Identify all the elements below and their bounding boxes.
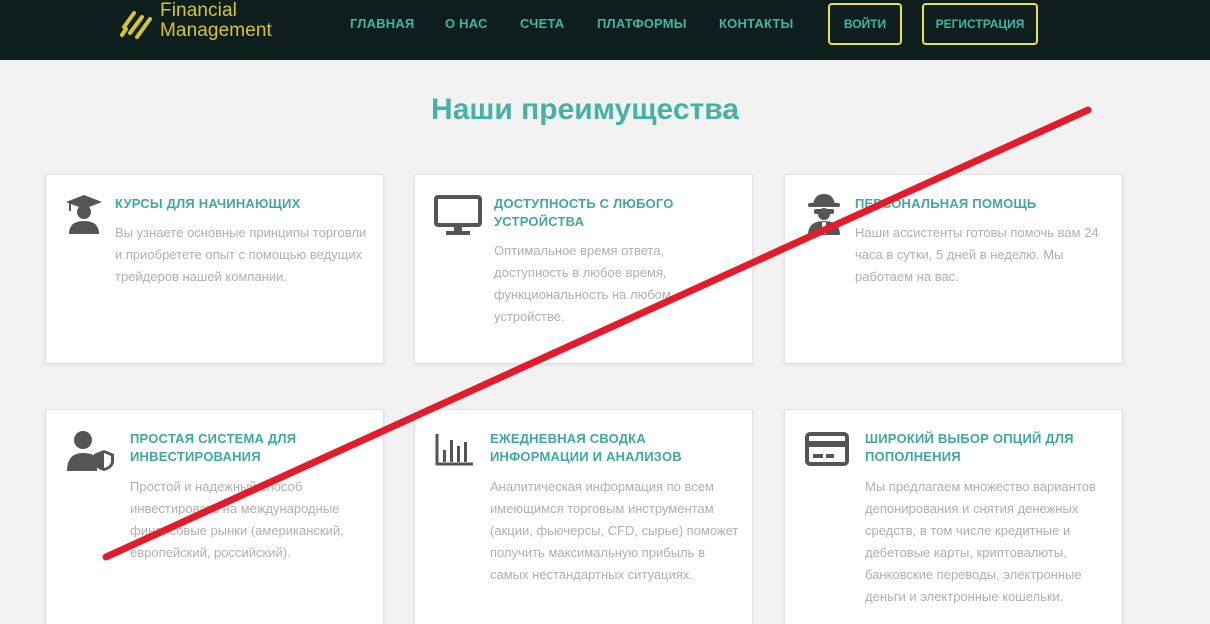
card-text: Наши ассистенты готовы помочь вам 24 час… xyxy=(855,225,1099,284)
brand-line-1: Financial xyxy=(160,0,237,21)
login-button[interactable]: ВОЙТИ xyxy=(828,3,902,45)
feature-card-courses: КУРСЫ ДЛЯ НАЧИНАЮЩИХ Вы узнаете основные… xyxy=(45,174,384,364)
nav-platforms[interactable]: ПЛАТФОРМЫ xyxy=(597,16,687,31)
card-text: Мы предлагаем множество вариантов депони… xyxy=(865,479,1096,604)
nav-accounts[interactable]: СЧЕТА xyxy=(520,16,564,31)
card-title: ПРОСТАЯ СИСТЕМА ДЛЯ ИНВЕСТИРОВАНИЯ xyxy=(130,431,297,464)
graduate-icon xyxy=(66,195,102,234)
feature-card-analytics: ЕЖЕДНЕВНАЯ СВОДКА ИНФОРМАЦИИ И АНАЛИЗОВ … xyxy=(414,409,753,624)
nav-about[interactable]: О НАС xyxy=(445,16,488,31)
site-header: Financial Management ГЛАВНАЯ О НАС СЧЕТА… xyxy=(0,0,1210,60)
feature-card-deposits: ШИРОКИЙ ВЫБОР ОПЦИЙ ДЛЯ ПОПОЛНЕНИЯ Мы пр… xyxy=(784,409,1123,624)
card-title: ШИРОКИЙ ВЫБОР ОПЦИЙ ДЛЯ ПОПОЛНЕНИЯ xyxy=(865,431,1074,464)
logo-stripes-icon xyxy=(120,11,152,39)
brand-logo[interactable]: Financial Management xyxy=(120,1,280,45)
feature-card-investing: ПРОСТАЯ СИСТЕМА ДЛЯ ИНВЕСТИРОВАНИЯ Прост… xyxy=(45,409,384,624)
section-title: Наши преимущества xyxy=(431,93,739,126)
feature-card-support: ПЕРСОНАЛЬНАЯ ПОМОЩЬ Наши ассистенты гото… xyxy=(784,174,1123,364)
card-text: Вы узнаете основные принципы торговли и … xyxy=(115,225,367,284)
feature-card-devices: ДОСТУПНОСТЬ С ЛЮБОГО УСТРОЙСТВА Оптималь… xyxy=(414,174,753,364)
brand-name: Financial Management xyxy=(160,1,272,41)
card-title: КУРСЫ ДЛЯ НАЧИНАЮЩИХ xyxy=(115,196,301,211)
nav-home[interactable]: ГЛАВНАЯ xyxy=(350,16,414,31)
card-text: Оптимальное время ответа, доступность в … xyxy=(494,243,671,324)
nav-contacts[interactable]: КОНТАКТЫ xyxy=(719,16,793,31)
user-shield-icon xyxy=(67,431,114,471)
register-button[interactable]: РЕГИСТРАЦИЯ xyxy=(922,3,1038,45)
card-text: Простой и надежный способ инвестировать … xyxy=(130,479,344,560)
credit-card-icon xyxy=(805,432,849,466)
bar-chart-icon xyxy=(435,434,473,466)
card-title: ДОСТУПНОСТЬ С ЛЮБОГО УСТРОЙСТВА xyxy=(494,196,674,229)
monitor-icon xyxy=(434,195,482,235)
agent-icon xyxy=(808,194,840,235)
brand-line-2: Management xyxy=(160,20,272,41)
card-title: ЕЖЕДНЕВНАЯ СВОДКА ИНФОРМАЦИИ И АНАЛИЗОВ xyxy=(490,431,682,464)
card-title: ПЕРСОНАЛЬНАЯ ПОМОЩЬ xyxy=(855,196,1037,211)
card-text: Аналитическая информация по всем имеющим… xyxy=(490,479,739,582)
